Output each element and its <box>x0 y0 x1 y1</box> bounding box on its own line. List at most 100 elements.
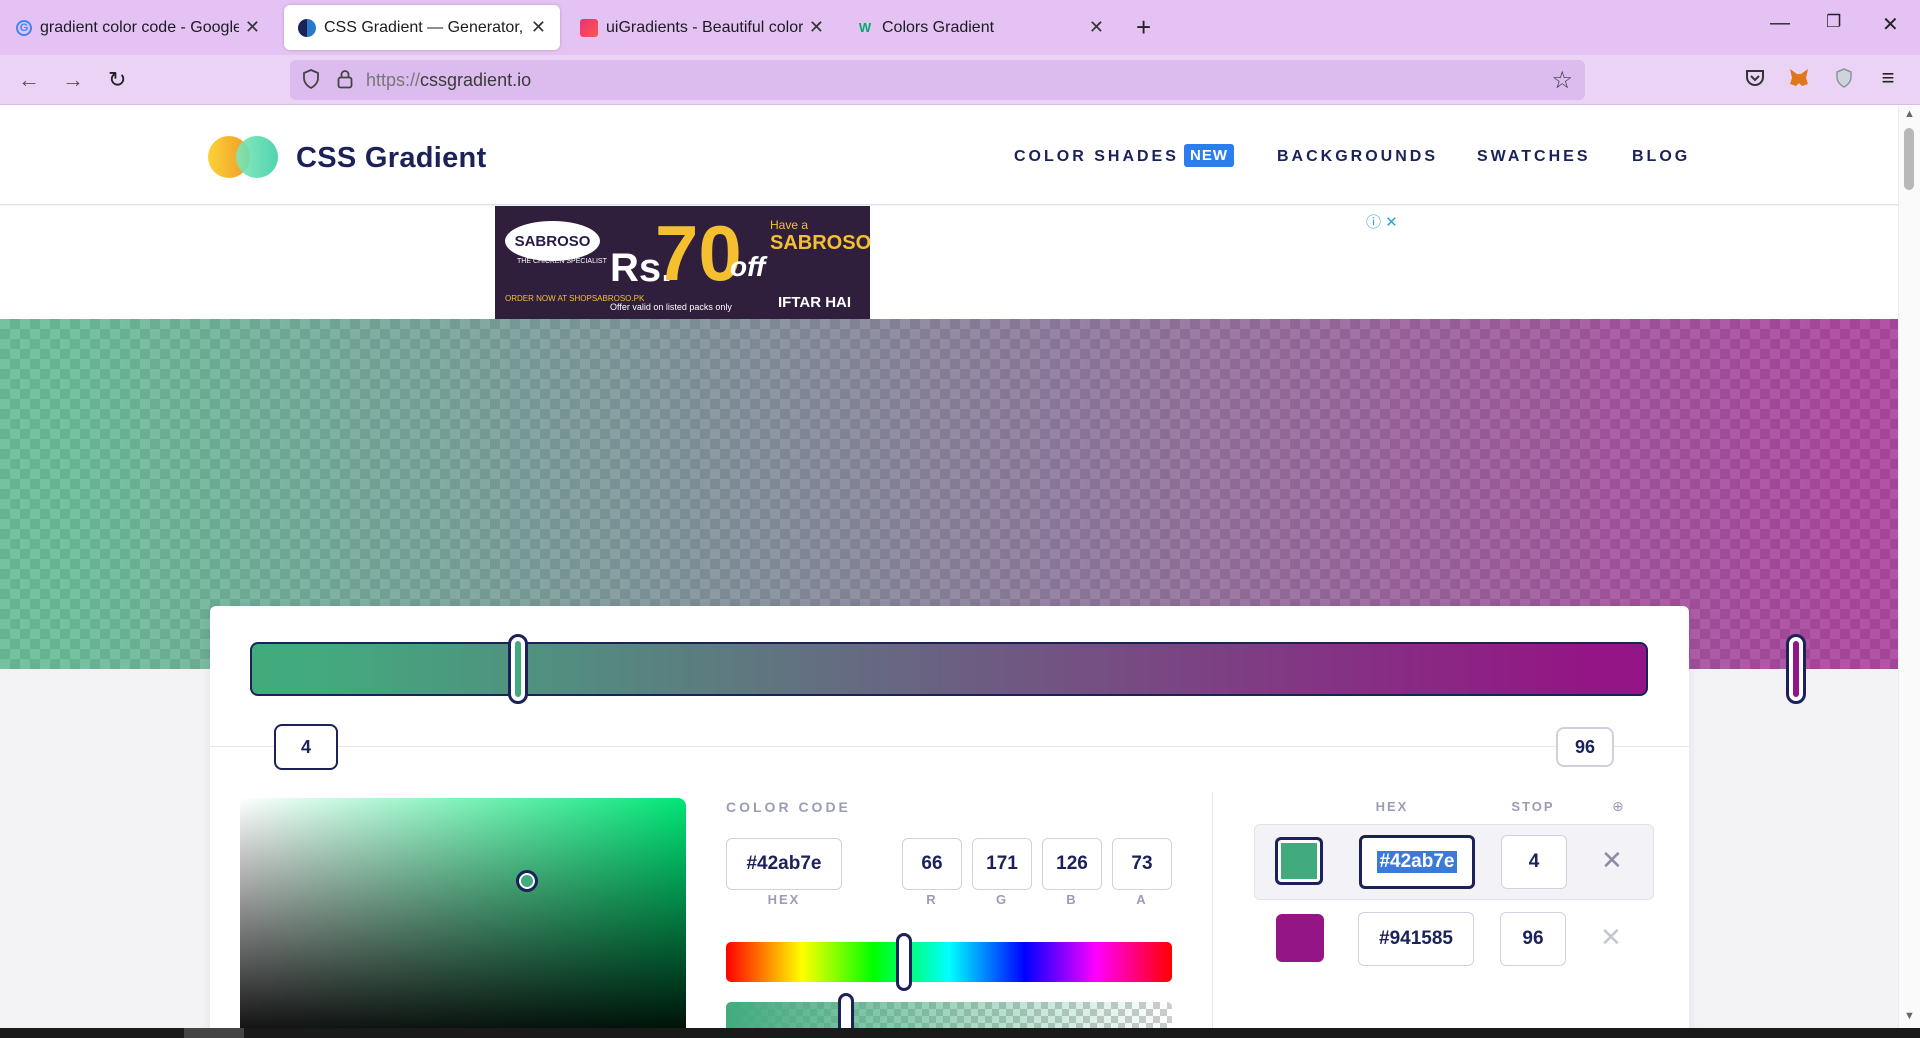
google-icon: G <box>16 19 32 36</box>
stop-swatch-2[interactable] <box>1276 914 1324 962</box>
ad-order-text: ORDER NOW AT SHOPSABROSO.PK <box>505 294 645 303</box>
saturation-picker[interactable] <box>240 798 686 1028</box>
stop-handle-1[interactable] <box>508 634 528 704</box>
stop-value-input-2[interactable]: 96 <box>1500 912 1566 966</box>
stop-hex-input-1[interactable]: #42ab7e <box>1359 835 1475 889</box>
tab-css-gradient[interactable]: CSS Gradient — Generator, Mak ✕ <box>284 5 560 50</box>
horizontal-scrollbar[interactable] <box>0 1028 1920 1038</box>
nav-swatches[interactable]: SWATCHES <box>1477 148 1590 166</box>
blue-input[interactable]: 126 <box>1042 838 1102 890</box>
add-stop-icon[interactable]: ⊕ <box>1612 798 1624 815</box>
list-hex-header: HEX <box>1375 799 1409 814</box>
minimize-icon[interactable]: — <box>1770 12 1790 35</box>
scroll-up-icon[interactable]: ▲ <box>1904 108 1915 120</box>
horizontal-scrollbar-thumb[interactable] <box>184 1028 244 1038</box>
ad-iftar: IFTAR HAI <box>778 294 852 311</box>
close-icon[interactable]: ✕ <box>1089 17 1104 38</box>
red-label: R <box>926 892 938 907</box>
picker-knob[interactable] <box>516 870 538 892</box>
gradient-bar[interactable] <box>250 642 1648 696</box>
stop-hex-input-2[interactable]: #941585 <box>1358 912 1474 966</box>
nav-color-shades[interactable]: COLOR SHADES <box>1014 148 1179 166</box>
hex-input[interactable]: #42ab7e <box>726 838 842 890</box>
ad-headline: SABROSO RA <box>770 232 870 254</box>
stop-value-input-1[interactable]: 4 <box>1501 835 1567 889</box>
new-tab-plus-icon[interactable]: + <box>1136 12 1151 42</box>
url-scheme: https:// <box>366 70 421 90</box>
red-input[interactable]: 66 <box>902 838 962 890</box>
blue-label: B <box>1066 892 1078 907</box>
tab-title: gradient color code - Google Se <box>40 18 239 36</box>
alpha-input[interactable]: 73 <box>1112 838 1172 890</box>
page-scrollbar[interactable]: ▲ ▼ <box>1898 106 1920 1028</box>
ad-info-icon[interactable]: ⓘ ✕ <box>1366 211 1398 232</box>
url-host: cssgradient.io <box>420 70 532 90</box>
stop-position-label-1[interactable]: 4 <box>274 724 338 770</box>
url-text[interactable]: https://cssgradient.io <box>366 70 531 91</box>
site-header: CSS Gradient COLOR SHADES NEW BACKGROUND… <box>0 106 1898 205</box>
uigradients-icon <box>580 18 598 37</box>
reload-icon[interactable]: ↻ <box>108 67 126 93</box>
bookmark-star-icon[interactable]: ☆ <box>1551 66 1573 95</box>
restore-icon[interactable]: ❐ <box>1826 12 1841 32</box>
alpha-slider-knob[interactable] <box>838 993 855 1028</box>
web-page: CSS Gradient COLOR SHADES NEW BACKGROUND… <box>0 106 1920 1028</box>
nav-backgrounds[interactable]: BACKGROUNDS <box>1277 148 1438 166</box>
back-arrow-icon[interactable]: ← <box>18 67 40 93</box>
hex-label: HEX <box>767 892 801 907</box>
logo-circle-right <box>236 136 278 178</box>
metamask-fox-icon[interactable] <box>1787 66 1811 90</box>
tab-title: CSS Gradient — Generator, Mak <box>324 18 525 36</box>
alpha-label: A <box>1136 892 1148 907</box>
cssgradient-icon <box>298 18 316 37</box>
divider <box>210 746 1689 747</box>
tab-google-search[interactable]: G gradient color code - Google Se ✕ <box>2 5 274 50</box>
hue-slider[interactable] <box>726 942 1172 982</box>
privacy-badger-icon[interactable] <box>1832 66 1856 90</box>
color-stop-row-1[interactable]: #42ab7e 4 ✕ <box>1254 824 1654 900</box>
tab-title: uiGradients - Beautiful colored <box>606 18 803 36</box>
scroll-down-icon[interactable]: ▼ <box>1904 1010 1915 1022</box>
url-bar[interactable]: https://cssgradient.io ☆ <box>290 60 1585 100</box>
ad-off: off <box>730 251 766 282</box>
close-icon[interactable]: ✕ <box>809 17 824 38</box>
tab-uigradients[interactable]: uiGradients - Beautiful colored ✕ <box>566 5 838 50</box>
close-icon[interactable]: ✕ <box>531 17 546 38</box>
browser-nav-bar: ← → ↻ https://cssgradient.io ☆ ≡ <box>0 55 1920 105</box>
close-icon[interactable]: ✕ <box>245 17 260 38</box>
hue-slider-knob[interactable] <box>896 933 913 991</box>
brand-name[interactable]: CSS Gradient <box>296 142 487 175</box>
selected-hex-text: #42ab7e <box>1377 851 1457 873</box>
color-stop-row-2[interactable]: #941585 96 ✕ <box>1254 900 1654 976</box>
pocket-icon[interactable] <box>1743 66 1767 90</box>
remove-stop-icon[interactable]: ✕ <box>1600 922 1622 953</box>
alpha-slider[interactable] <box>726 1002 1172 1028</box>
w3schools-icon: W <box>858 20 872 35</box>
gradient-editor-card: 4 96 COLOR CODE #42ab7e HEX 66 171 126 7… <box>210 606 1806 1028</box>
window-close-icon[interactable]: ✕ <box>1882 12 1899 37</box>
ad-logo: SABROSO <box>505 221 600 261</box>
divider-vertical <box>1212 792 1213 1028</box>
ad-tagline: THE CHICKEN SPECIALIST <box>517 258 607 265</box>
ad-have-a: Have a <box>770 218 809 232</box>
list-stop-header: STOP <box>1511 799 1555 814</box>
menu-hamburger-icon[interactable]: ≡ <box>1876 65 1900 90</box>
ad-banner[interactable]: SABROSO THE CHICKEN SPECIALIST Rs. 70 of… <box>495 206 870 319</box>
stop-swatch-1[interactable] <box>1275 837 1323 885</box>
nav-blog[interactable]: BLOG <box>1632 148 1690 166</box>
stop-position-label-2[interactable]: 96 <box>1556 727 1614 767</box>
css-gradient-logo[interactable] <box>208 136 280 178</box>
forward-arrow-icon[interactable]: → <box>62 67 84 93</box>
green-input[interactable]: 171 <box>972 838 1032 890</box>
color-code-label: COLOR CODE <box>726 799 851 815</box>
ad-row: SABROSO THE CHICKEN SPECIALIST Rs. 70 of… <box>0 206 1898 319</box>
remove-stop-icon[interactable]: ✕ <box>1601 845 1623 876</box>
shield-icon[interactable] <box>302 69 320 89</box>
ad-price: 70 <box>655 209 742 297</box>
stop-handle-2[interactable] <box>1786 634 1806 704</box>
tab-title: Colors Gradient <box>882 18 995 36</box>
lock-icon[interactable] <box>337 69 353 89</box>
tab-colors-gradient[interactable]: W Colors Gradient ✕ <box>842 5 1118 50</box>
green-label: G <box>995 892 1009 907</box>
scrollbar-thumb[interactable] <box>1904 128 1914 190</box>
